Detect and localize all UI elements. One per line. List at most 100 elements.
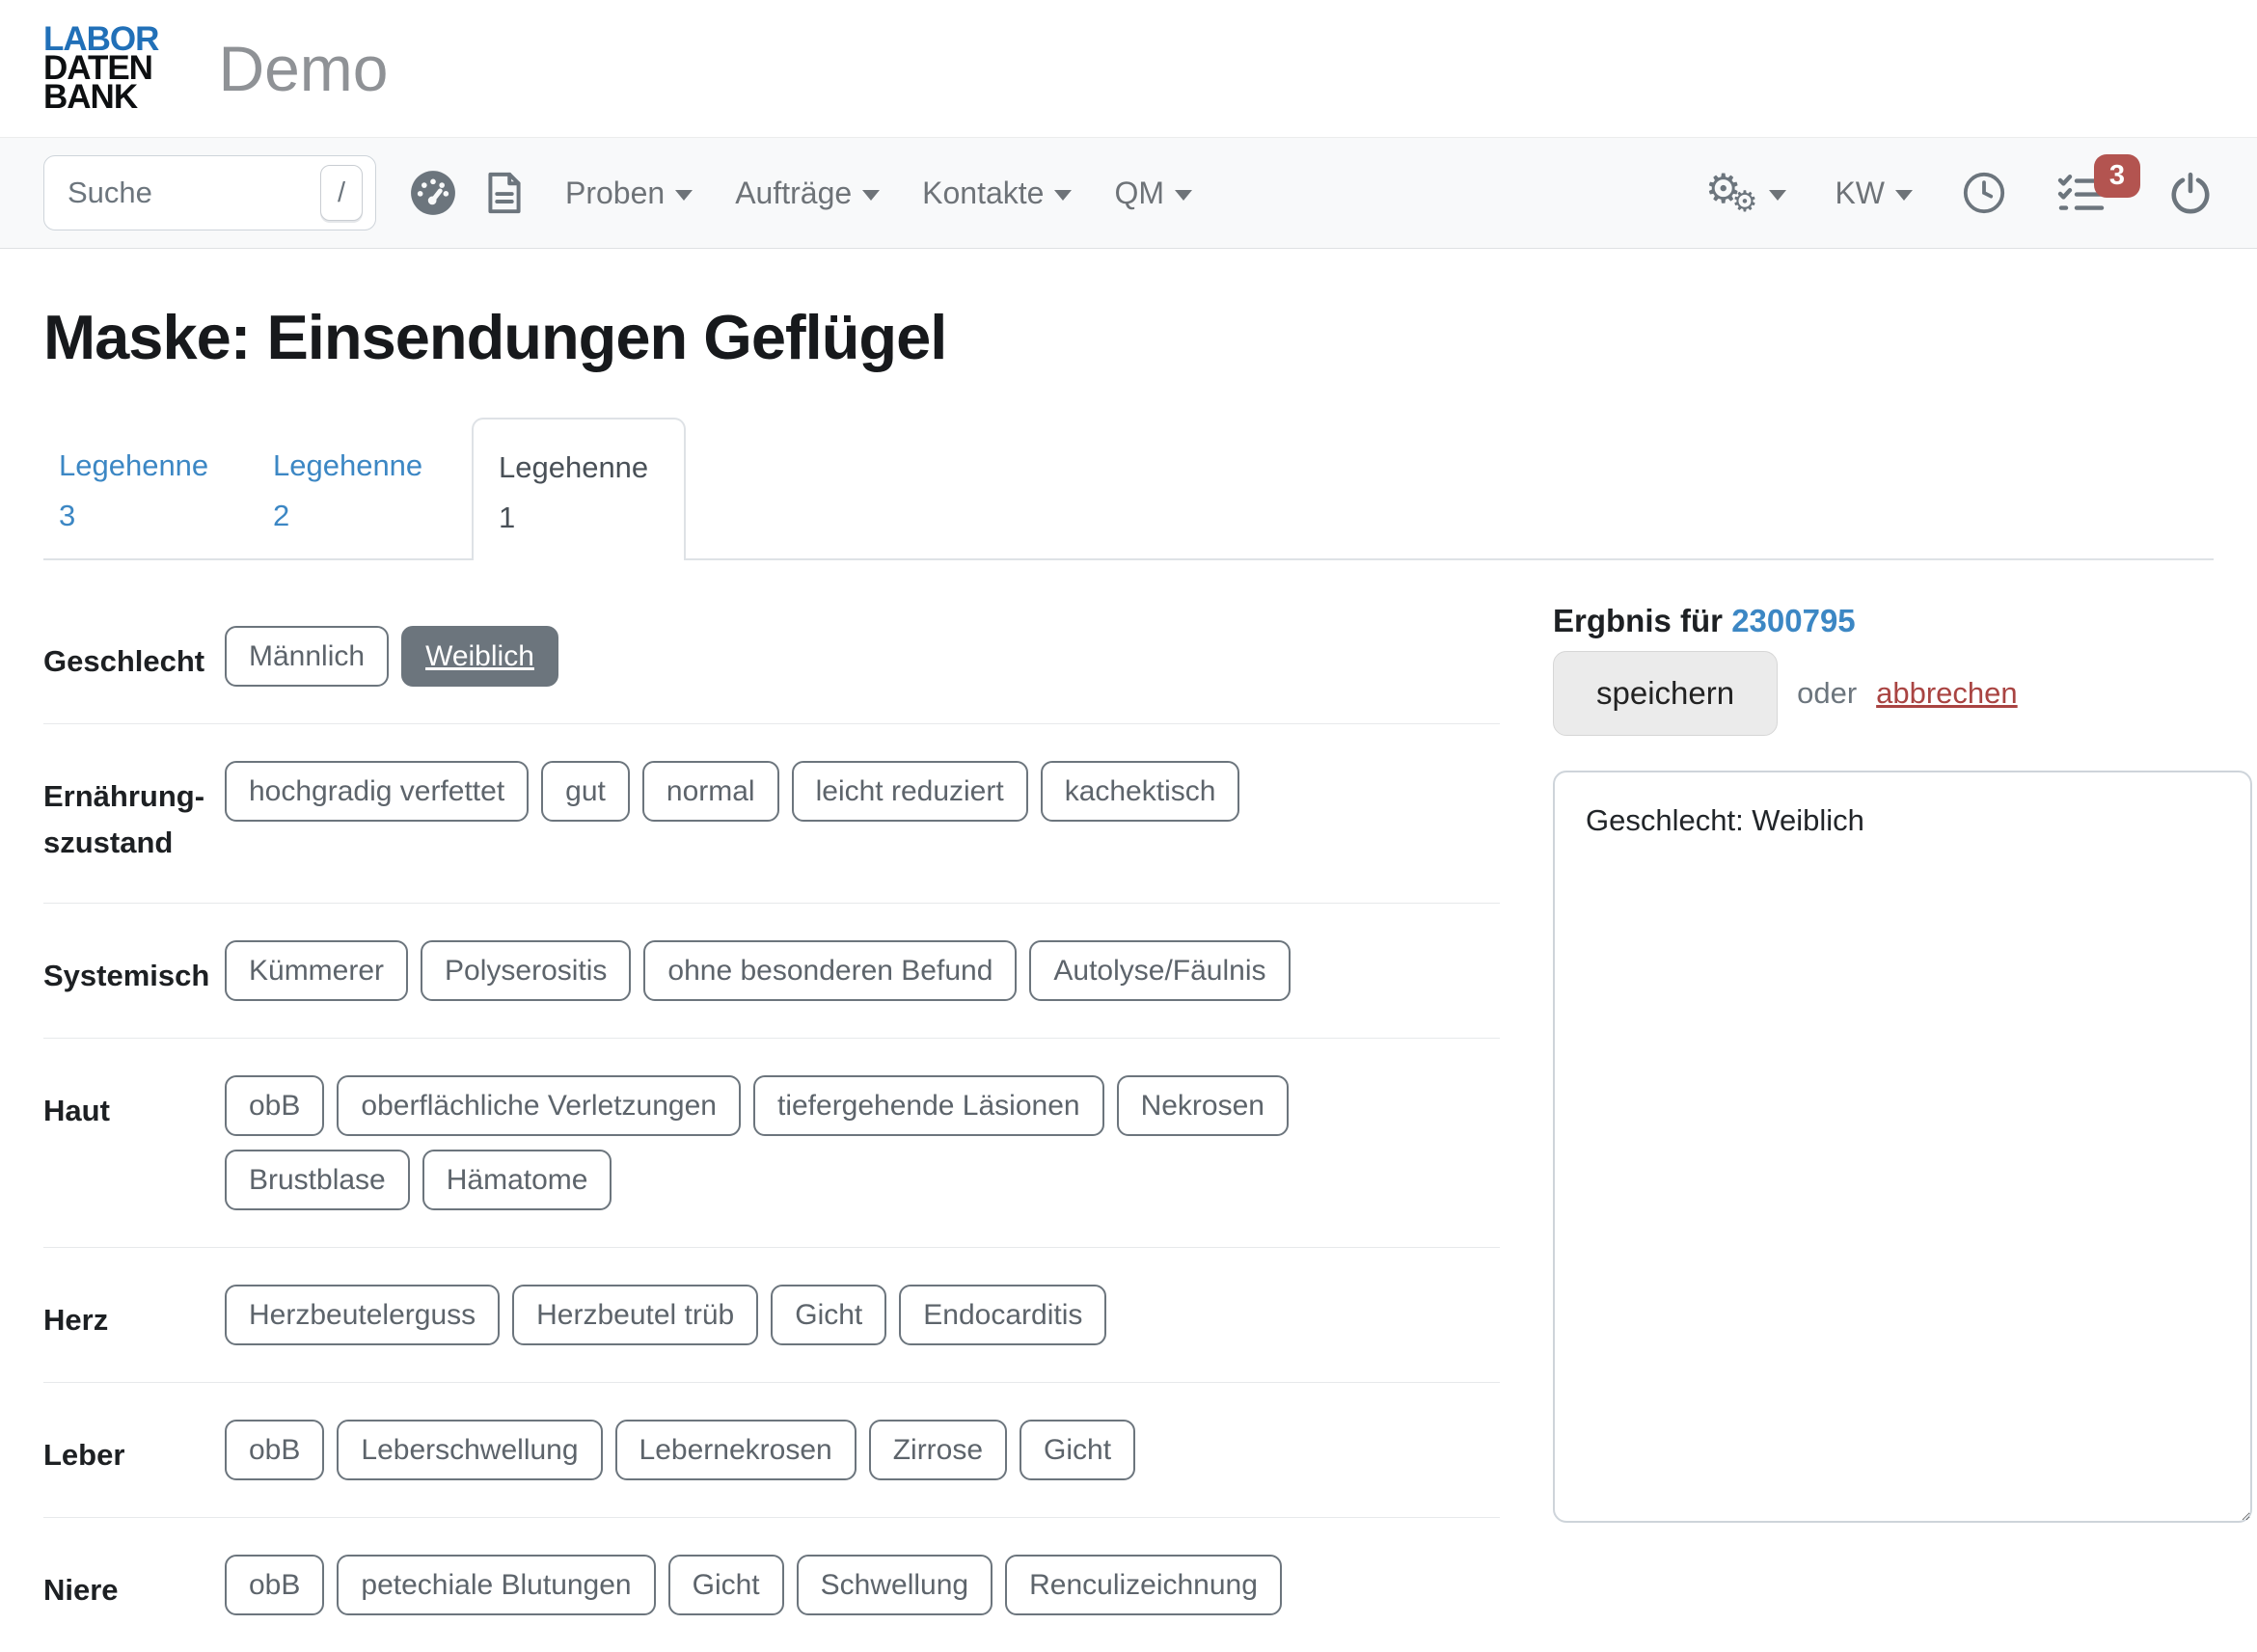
save-button[interactable]: speichern (1553, 651, 1778, 736)
option-button[interactable]: Gicht (771, 1285, 886, 1345)
row-options: obBoberflächliche Verletzungentiefergehe… (225, 1075, 1289, 1210)
option-button[interactable]: Hämatome (422, 1150, 612, 1210)
option-button[interactable]: obB (225, 1555, 324, 1615)
option-button[interactable]: Herzbeutelerguss (225, 1285, 500, 1345)
chevron-down-icon (1054, 190, 1072, 201)
nav-menus: Proben Aufträge Kontakte QM (565, 176, 1192, 211)
option-button[interactable]: Zirrose (869, 1420, 1007, 1480)
nav-menu-auftraege[interactable]: Aufträge (735, 176, 880, 211)
option-button[interactable]: Endocarditis (899, 1285, 1106, 1345)
result-actions: speichern oder abbrechen (1553, 651, 2252, 736)
option-button[interactable]: oberflächliche Verletzungen (337, 1075, 741, 1136)
row-label: Ernährung- szustand (43, 761, 225, 866)
form-row-ernaehrungszustand: Ernährung- szustandhochgradig verfettetg… (43, 724, 1500, 904)
result-textarea[interactable]: Geschlecht: Weiblich (1553, 771, 2252, 1523)
cancel-link[interactable]: abbrechen (1876, 676, 2018, 711)
navbar-right: ⚙⚙ KW 3 (1705, 169, 2214, 217)
tab-number: 3 (59, 491, 258, 541)
option-button[interactable]: obB (225, 1075, 324, 1136)
settings-gears-icon[interactable]: ⚙⚙ (1705, 169, 1787, 217)
nav-menu-label: Aufträge (735, 176, 852, 211)
row-label: Herz (43, 1285, 225, 1345)
options-line: KümmererPolyserositisohne besonderen Bef… (225, 940, 1291, 1001)
options-line: obBpetechiale BlutungenGichtSchwellungRe… (225, 1555, 1282, 1615)
result-heading: Ergbnis für 2300795 (1553, 603, 2252, 639)
form-rows: GeschlechtMännlichWeiblichErnährung- szu… (43, 560, 1500, 1652)
option-button[interactable]: normal (642, 761, 779, 822)
option-button[interactable]: Nekrosen (1117, 1075, 1289, 1136)
row-options: obBpetechiale BlutungenGichtSchwellungRe… (225, 1555, 1282, 1615)
search-box: / (43, 155, 376, 230)
option-button[interactable]: Weiblich (401, 626, 558, 687)
option-button[interactable]: obB (225, 1420, 324, 1480)
nav-menu-label: Proben (565, 176, 665, 211)
nav-menu-proben[interactable]: Proben (565, 176, 693, 211)
options-line: HerzbeutelergussHerzbeutel trübGichtEndo… (225, 1285, 1106, 1345)
row-label: Geschlecht (43, 626, 225, 687)
row-label: Systemisch (43, 940, 225, 1001)
chevron-down-icon (1769, 190, 1786, 201)
nav-menu-label: Kontakte (922, 176, 1044, 211)
tab-legehenne-3[interactable]: Legehenne3 (43, 418, 258, 558)
order-number-link[interactable]: 2300795 (1731, 603, 1855, 638)
document-icon[interactable] (484, 169, 525, 217)
clock-icon[interactable] (1961, 170, 2007, 216)
option-button[interactable]: ohne besonderen Befund (643, 940, 1017, 1001)
form-row-niere: NiereobBpetechiale BlutungenGichtSchwell… (43, 1518, 1500, 1652)
tab-label: Legehenne (59, 441, 258, 491)
logo-line: BANK (43, 83, 158, 112)
chevron-down-icon (675, 190, 693, 201)
option-button[interactable]: Polyserositis (421, 940, 631, 1001)
chevron-down-icon (1895, 190, 1913, 201)
option-button[interactable]: Brustblase (225, 1150, 410, 1210)
tab-label: Legehenne (273, 441, 472, 491)
option-button[interactable]: tiefergehende Läsionen (753, 1075, 1104, 1136)
or-label: oder (1797, 676, 1857, 711)
app-header: LABOR DATEN BANK Demo (0, 0, 2257, 137)
navbar: / Proben Aufträge Kontakte QM ⚙⚙ (0, 137, 2257, 249)
power-icon[interactable] (2167, 170, 2214, 216)
option-button[interactable]: Gicht (1020, 1420, 1135, 1480)
row-options: MännlichWeiblich (225, 626, 558, 687)
tab-number: 1 (499, 493, 684, 543)
tab-legehenne-1[interactable]: Legehenne1 (472, 418, 686, 560)
kw-menu[interactable]: KW (1835, 176, 1913, 211)
option-button[interactable]: Renculizeichnung (1005, 1555, 1282, 1615)
option-button[interactable]: Lebernekrosen (615, 1420, 857, 1480)
result-panel: Ergbnis für 2300795 speichern oder abbre… (1553, 560, 2252, 1652)
option-button[interactable]: Leberschwellung (337, 1420, 602, 1480)
option-button[interactable]: gut (541, 761, 630, 822)
labordatenbank-logo[interactable]: LABOR DATEN BANK (43, 25, 158, 112)
option-button[interactable]: Autolyse/Fäulnis (1029, 940, 1290, 1001)
option-button[interactable]: Schwellung (797, 1555, 993, 1615)
option-button[interactable]: Herzbeutel trüb (512, 1285, 758, 1345)
option-button[interactable]: kachektisch (1041, 761, 1240, 822)
nav-menu-kontakte[interactable]: Kontakte (922, 176, 1072, 211)
options-line: BrustblaseHämatome (225, 1150, 1289, 1210)
options-line: obBLeberschwellungLebernekrosenZirroseGi… (225, 1420, 1135, 1480)
result-heading-prefix: Ergbnis für (1553, 603, 1723, 638)
row-label: Leber (43, 1420, 225, 1480)
page-title: Maske: Einsendungen Geflügel (43, 301, 2214, 373)
tab-label: Legehenne (499, 443, 684, 493)
option-button[interactable]: Gicht (668, 1555, 784, 1615)
form-row-geschlecht: GeschlechtMännlichWeiblich (43, 560, 1500, 724)
option-button[interactable]: Männlich (225, 626, 389, 687)
option-button[interactable]: Kümmerer (225, 940, 408, 1001)
nav-menu-qm[interactable]: QM (1114, 176, 1192, 211)
form-row-herz: HerzHerzbeutelergussHerzbeutel trübGicht… (43, 1248, 1500, 1383)
option-button[interactable]: petechiale Blutungen (337, 1555, 655, 1615)
app-title: Demo (218, 32, 388, 105)
tab-legehenne-2[interactable]: Legehenne2 (258, 418, 472, 558)
tasks-icon[interactable]: 3 (2055, 170, 2106, 216)
tabs: Legehenne3Legehenne2Legehenne1 (43, 418, 2214, 560)
slash-shortcut-badge: / (320, 165, 363, 221)
option-button[interactable]: leicht reduziert (792, 761, 1028, 822)
tachometer-icon[interactable] (409, 169, 457, 217)
kw-label: KW (1835, 176, 1885, 211)
row-options: hochgradig verfettetgutnormalleicht redu… (225, 761, 1239, 866)
tasks-count-badge: 3 (2094, 154, 2140, 198)
row-options: HerzbeutelergussHerzbeutel trübGichtEndo… (225, 1285, 1106, 1345)
row-options: obBLeberschwellungLebernekrosenZirroseGi… (225, 1420, 1135, 1480)
option-button[interactable]: hochgradig verfettet (225, 761, 529, 822)
